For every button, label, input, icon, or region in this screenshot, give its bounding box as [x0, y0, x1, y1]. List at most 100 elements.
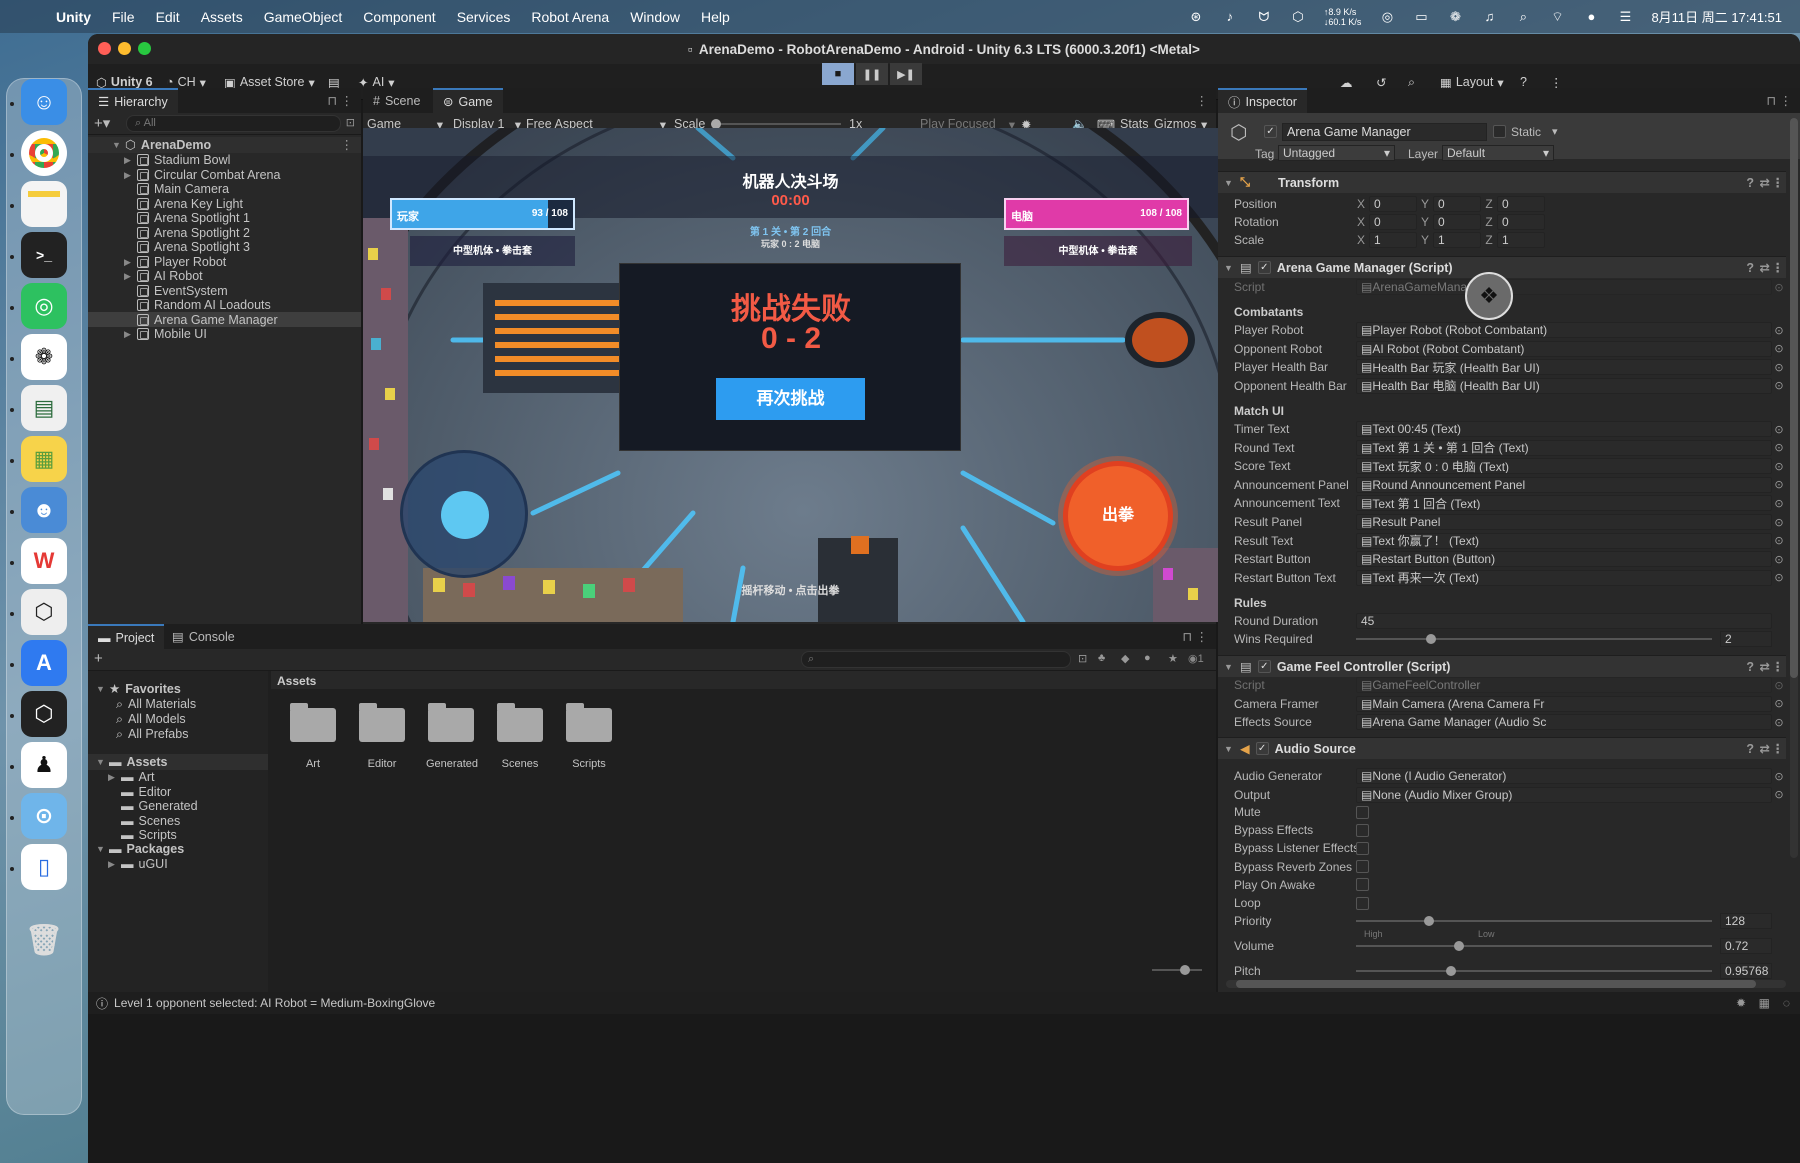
object-picker-icon[interactable]: ⊙	[1772, 788, 1786, 801]
object-picker-icon[interactable]: ⊙	[1772, 679, 1786, 692]
agm-header[interactable]: ▼ ▤ Arena Game Manager (Script) ? ⇄ ⋮	[1218, 256, 1786, 278]
hierarchy-item[interactable]: ▶ Mobile UI	[124, 326, 207, 342]
tab-scene[interactable]: # Scene	[363, 88, 430, 113]
cat-icon[interactable]: ᗢ	[1256, 9, 1272, 24]
openai-status-icon[interactable]: ⊛	[1188, 9, 1204, 24]
object-reference-field[interactable]: ▤ GameFeelController	[1356, 677, 1772, 693]
more-icon[interactable]: ⋮	[1196, 93, 1209, 108]
object-reference-field[interactable]: ▤ Text 00:45 (Text)	[1356, 421, 1772, 437]
component-menu-icon[interactable]: ⋮	[1772, 175, 1785, 190]
expand-arrow-icon[interactable]: ▼	[96, 841, 105, 857]
wins-required-slider[interactable]: 2	[1356, 631, 1772, 647]
component-menu-icon[interactable]: ⋮	[1772, 659, 1785, 674]
object-picker-icon[interactable]: ⊙	[1772, 379, 1786, 392]
chrome-icon[interactable]	[21, 130, 67, 176]
search-filter-icon[interactable]: ⊡	[1078, 652, 1087, 665]
object-picker-icon[interactable]: ⊙	[1772, 361, 1786, 374]
presets-icon[interactable]: ⇄	[1760, 659, 1770, 674]
object-reference-field[interactable]: ▤ Text 你赢了！ (Text)	[1356, 532, 1772, 549]
object-picker-icon[interactable]: ⊙	[1772, 516, 1786, 529]
axis-x-field[interactable]: 0	[1369, 214, 1417, 230]
unity-hub-icon[interactable]: ⬡	[21, 589, 67, 635]
fav-all-prefabs[interactable]: ⌕ All Prefabs	[116, 726, 188, 742]
axis-y-field[interactable]: 0	[1433, 196, 1481, 212]
stop-button[interactable]: ■	[822, 63, 854, 85]
static-checkbox[interactable]	[1493, 125, 1506, 138]
lock-icon[interactable]: ⊓	[1766, 93, 1776, 108]
asset-folder-tile[interactable]: Scripts	[564, 703, 614, 770]
icon-size-slider[interactable]	[1152, 965, 1202, 975]
help-icon[interactable]: ?	[1746, 176, 1754, 190]
add-icon[interactable]: +▾	[94, 114, 110, 132]
type-filter-icon[interactable]: ♣	[1098, 652, 1105, 664]
menu-component[interactable]: Component	[363, 9, 435, 25]
static-dropdown-icon[interactable]: ▾	[1552, 125, 1558, 138]
file-manager-icon[interactable]: ▯	[21, 844, 67, 890]
pause-button[interactable]: ❚❚	[856, 63, 888, 85]
wechat-status-icon[interactable]: ◎	[1379, 9, 1395, 24]
audio-source-header[interactable]: ▼ ◀ Audio Source ? ⇄ ⋮	[1218, 737, 1786, 759]
help-icon[interactable]: ?	[1746, 742, 1754, 756]
wechat-icon[interactable]: ◎	[21, 283, 67, 329]
menu-services[interactable]: Services	[457, 9, 511, 25]
fav-all-materials[interactable]: ⌕ All Materials	[116, 696, 196, 712]
create-asset-icon[interactable]: +	[94, 650, 103, 667]
menu-window[interactable]: Window	[630, 9, 680, 25]
object-reference-field[interactable]: ▤ Text 再来一次 (Text)	[1356, 569, 1772, 586]
asset-folder-tile[interactable]: Scenes	[495, 703, 545, 770]
object-reference-field[interactable]: ▤ Main Camera (Arena Camera Fr	[1356, 695, 1772, 712]
fold-arrow-icon[interactable]: ▼	[1224, 662, 1234, 672]
pitch-field[interactable]: 0.95768	[1720, 963, 1772, 979]
tab-console[interactable]: ▤ Console	[162, 624, 245, 649]
notification-bell-icon[interactable]: ♪	[1222, 9, 1238, 24]
object-name-field[interactable]: Arena Game Manager	[1282, 123, 1487, 141]
presets-icon[interactable]: ⇄	[1760, 260, 1770, 275]
help-icon[interactable]: ?	[1746, 261, 1754, 275]
label-filter-icon[interactable]: ◆	[1121, 652, 1129, 665]
help-icon[interactable]: ?	[1746, 660, 1754, 674]
unity-icon[interactable]: ⬡	[21, 691, 67, 737]
menu-app[interactable]: Unity	[56, 9, 91, 25]
object-picker-icon[interactable]: ⊙	[1772, 497, 1786, 510]
round-duration-field[interactable]: 45	[1356, 613, 1772, 629]
object-reference-field[interactable]: ▤ Arena Game Manager (Audio Sc	[1356, 714, 1772, 730]
object-picker-icon[interactable]: ⊙	[1772, 770, 1786, 783]
component-menu-icon[interactable]: ⋮	[1772, 260, 1785, 275]
object-reference-field[interactable]: ▤ Text 第 1 关 • 第 1 回合 (Text)	[1356, 439, 1772, 456]
tab-game[interactable]: ⊜ Game	[433, 88, 503, 113]
menu-help[interactable]: Help	[701, 9, 730, 25]
wifi-icon[interactable]: ⌔	[1549, 9, 1565, 24]
object-picker-icon[interactable]: ⊙	[1772, 423, 1786, 436]
toggle-checkbox[interactable]	[1356, 860, 1369, 874]
object-picker-icon[interactable]: ⊙	[1772, 281, 1786, 294]
toggle-checkbox[interactable]	[1356, 823, 1369, 837]
tab-project[interactable]: ▬ Project	[88, 624, 165, 649]
fold-arrow-icon[interactable]: ▼	[1224, 263, 1234, 273]
slider-knob[interactable]	[1424, 916, 1434, 926]
wps-icon[interactable]: W	[21, 538, 67, 584]
asset-folder-tile[interactable]: Editor	[357, 703, 407, 770]
stickies-icon[interactable]: ▦	[21, 436, 67, 482]
tab-hierarchy[interactable]: ☰ Hierarchy	[88, 88, 178, 113]
notes-icon[interactable]	[21, 181, 67, 227]
hierarchy-search-input[interactable]: ⌕ All	[126, 115, 341, 132]
lock-icon[interactable]: ⊓	[1182, 629, 1192, 644]
toggle-checkbox[interactable]	[1356, 805, 1369, 819]
scene-root[interactable]: ▼ ⬡ ArenaDemo	[112, 137, 211, 153]
object-reference-field[interactable]: ▤ AI Robot (Robot Combatant)	[1356, 340, 1772, 357]
object-picker-icon[interactable]: ⊙	[1772, 534, 1786, 547]
object-picker-icon[interactable]: ⊙	[1772, 571, 1786, 584]
favorites-node[interactable]: ▼ ★ Favorites	[96, 681, 181, 697]
volume-field[interactable]: 0.72	[1720, 938, 1772, 954]
menu-gameobject[interactable]: GameObject	[264, 9, 343, 25]
chatgpt-icon[interactable]: ❁	[21, 334, 67, 380]
priority-slider[interactable]: 128	[1356, 913, 1772, 929]
ebook-icon[interactable]: ▤	[21, 385, 67, 431]
component-enabled-checkbox[interactable]	[1255, 742, 1269, 755]
toggle-checkbox[interactable]	[1356, 878, 1369, 892]
cache-icon[interactable]: ▦	[1759, 996, 1770, 1010]
more-icon[interactable]: ⋮	[1780, 93, 1793, 108]
datetime[interactable]: 8月11日 周二 17:41:51	[1651, 7, 1782, 26]
game-render[interactable]: 机器人决斗场 00:00 第 1 关 • 第 2 回合 玩家 0 : 2 电脑 …	[363, 128, 1218, 622]
search-icon[interactable]: ⌕	[1515, 9, 1531, 24]
